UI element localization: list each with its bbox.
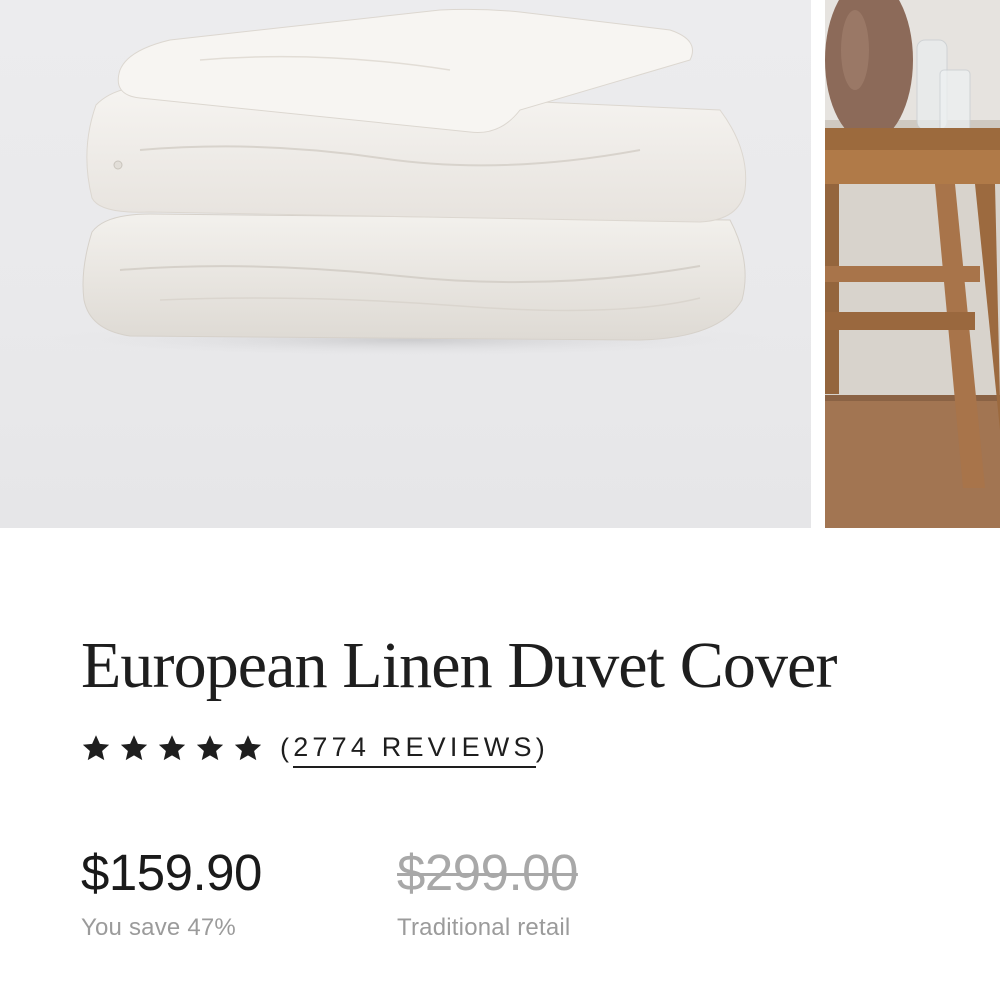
retail-label: Traditional retail xyxy=(397,914,571,941)
current-price: $159.90 xyxy=(81,844,262,901)
star-icon xyxy=(196,735,224,761)
retail-price-block: $299.00 Traditional retail xyxy=(397,843,578,942)
original-price: $299.00 xyxy=(397,844,578,901)
product-image-next[interactable] xyxy=(825,0,1000,528)
reviews-open-paren: ( xyxy=(280,732,294,763)
product-title: European Linen Duvet Cover xyxy=(81,629,837,702)
star-icon xyxy=(120,735,148,761)
product-page: European Linen Duvet Cover ( 2774 REVIEW… xyxy=(0,0,1000,1000)
star-rating xyxy=(81,733,263,763)
product-image-main[interactable] xyxy=(0,0,811,528)
star-icon xyxy=(234,735,262,761)
reviews-count: ( 2774 REVIEWS ) xyxy=(280,728,549,768)
product-rating: ( 2774 REVIEWS ) xyxy=(81,728,549,768)
product-image-carousel[interactable] xyxy=(0,0,1000,528)
current-price-block: $159.90 You save 47% xyxy=(81,843,262,942)
star-icon xyxy=(82,735,110,761)
reviews-link[interactable]: 2774 REVIEWS xyxy=(293,734,536,768)
star-icon xyxy=(158,735,186,761)
reviews-close-paren: ) xyxy=(535,732,549,763)
savings-label: You save 47% xyxy=(81,914,236,941)
